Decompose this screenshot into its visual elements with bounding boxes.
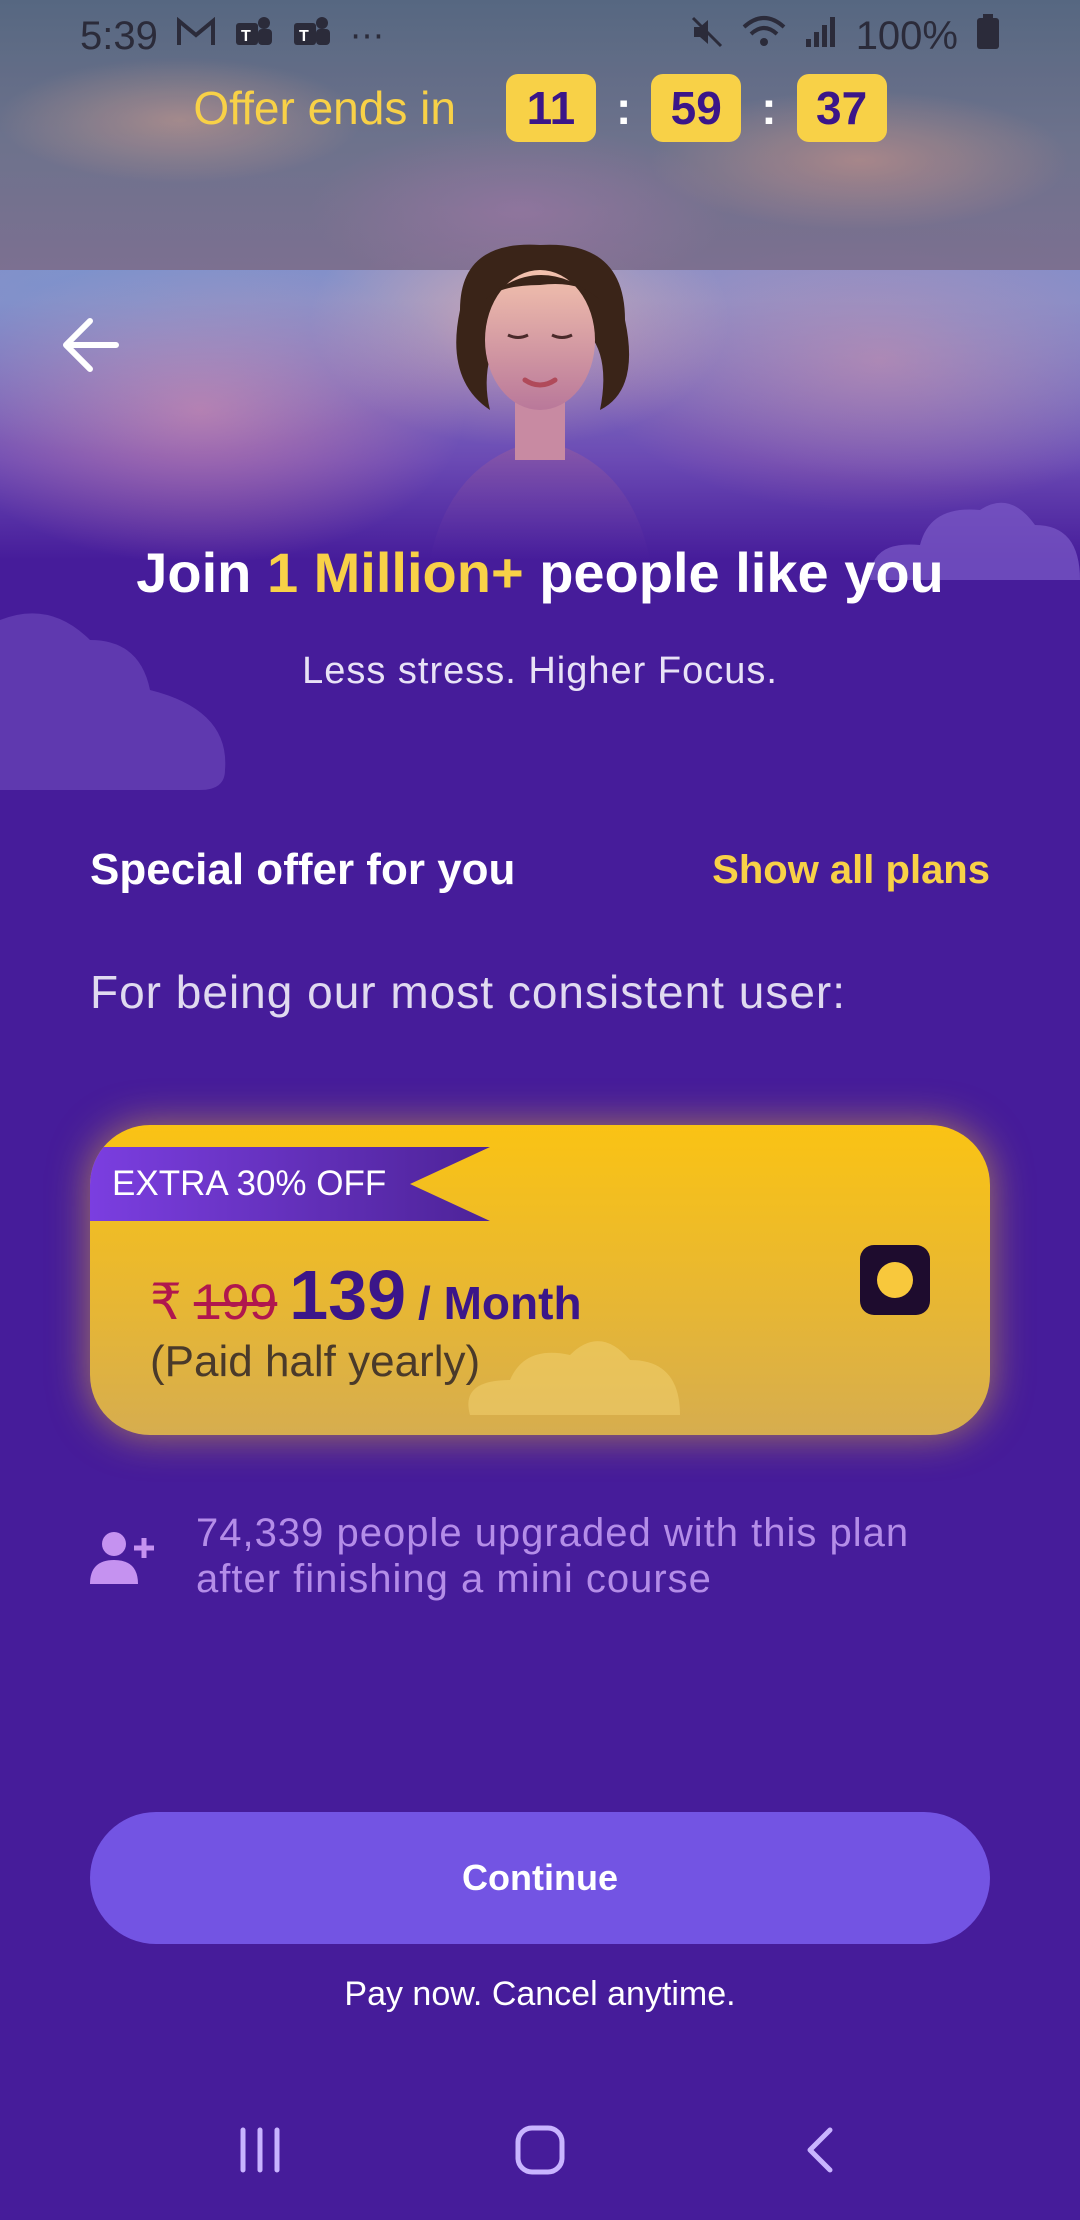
arrow-left-icon [63,318,119,372]
old-price: 199 [193,1274,278,1330]
price-period: / Month [418,1277,582,1329]
subheadline: Less stress. Higher Focus. [302,650,778,692]
radio-dot [877,1262,913,1298]
back-nav-button[interactable] [775,2115,865,2185]
plan-card[interactable]: EXTRA 30% OFF ₹ 199 139 / Month (Paid ha… [90,1125,990,1435]
headline-suffix: people like you [523,541,944,604]
wifi-icon [742,15,786,58]
show-all-plans-link[interactable]: Show all plans [712,848,990,893]
headline-highlight: 1 Million+ [266,541,524,604]
chevron-left-icon [807,2127,833,2173]
plan-radio-selected[interactable] [860,1245,930,1315]
timer-minutes: 59 [651,74,742,142]
headline: Join 1 Million+ people like you [0,540,1080,605]
hero-person-illustration [430,244,650,560]
headline-prefix: Join [136,541,267,604]
social-proof: 74,339 people upgraded with this plan af… [88,1510,996,1602]
timer-separator: : [615,82,632,134]
signal-icon [804,15,838,58]
mute-icon [690,15,724,58]
svg-text:T: T [299,28,309,45]
svg-text:T: T [241,28,251,45]
battery-icon [976,13,1000,59]
timer-seconds: 37 [796,74,887,142]
currency-symbol: ₹ [150,1274,182,1330]
home-button[interactable] [495,2115,585,2185]
timer-hours: 11 [505,74,596,142]
more-icon: ⋯ [349,17,384,55]
status-time: 5:39 [80,13,158,58]
battery-percent: 100% [855,13,958,58]
recent-apps-icon [240,2127,280,2173]
price-row: ₹ 199 139 / Month [150,1255,582,1335]
billing-note: (Paid half yearly) [150,1337,481,1386]
teams-icon: T [292,15,332,58]
teams-icon: T [234,15,274,58]
section-header: Special offer for you Show all plans [90,845,990,895]
timer-separator: : [761,82,777,134]
add-user-icon [90,1532,154,1584]
back-button[interactable] [50,305,130,385]
new-price: 139 [289,1256,407,1334]
continue-button[interactable]: Continue [90,1812,990,1944]
section-title: Special offer for you [90,845,516,894]
social-proof-text: 74,339 people upgraded with this plan af… [196,1511,910,1601]
discount-badge: EXTRA 30% OFF [90,1147,490,1221]
offer-timer: Offer ends in 11 : 59 : 37 [0,72,1080,144]
home-icon [515,2125,565,2175]
offer-label: Offer ends in [193,82,456,134]
cloud-decoration-left [0,613,226,790]
recent-apps-button[interactable] [215,2115,305,2185]
offer-reason-text: For being our most consistent user: [90,966,846,1018]
gmail-icon [176,16,216,56]
cancel-anytime-note: Pay now. Cancel anytime. [344,1975,736,2013]
system-nav-bar [0,2110,1080,2190]
status-bar: 5:39 T T ⋯ 100% [0,0,1080,72]
